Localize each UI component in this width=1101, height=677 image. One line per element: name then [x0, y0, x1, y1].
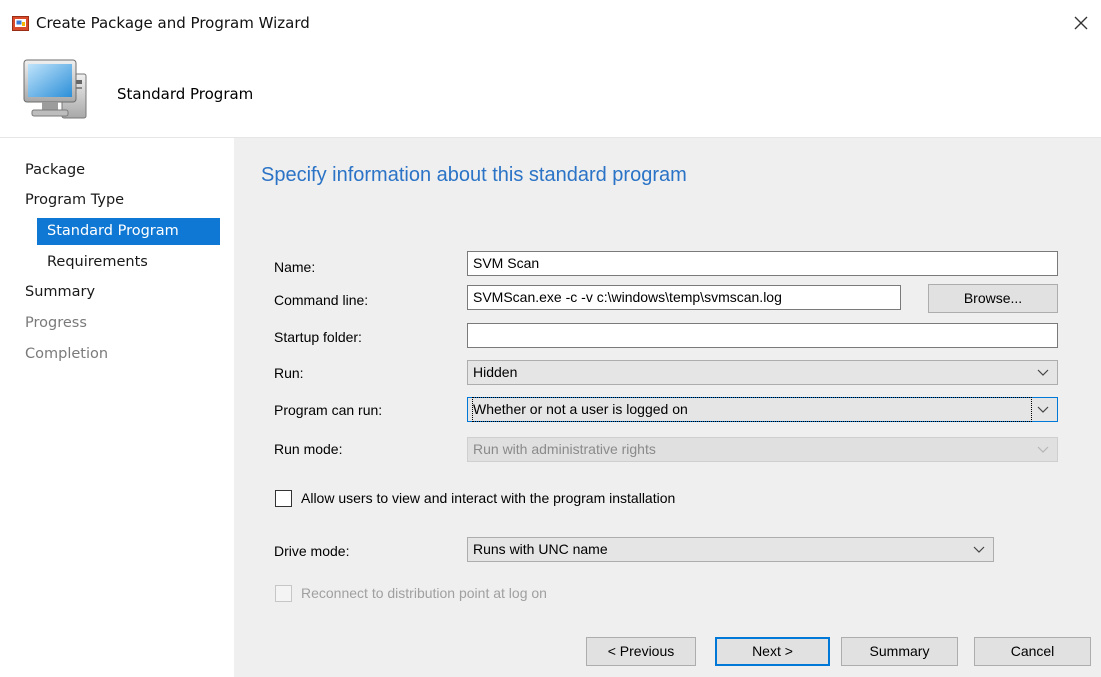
drive-mode-value: Runs with UNC name [473, 541, 608, 557]
sidebar-item-requirements[interactable]: Requirements [0, 249, 234, 276]
name-input[interactable]: SVM Scan [467, 251, 1058, 276]
summary-button[interactable]: Summary [841, 637, 958, 666]
previous-button[interactable]: < Previous [586, 637, 696, 666]
chevron-down-icon [1037, 406, 1049, 413]
run-value: Hidden [473, 364, 518, 380]
app-icon [12, 16, 29, 31]
title-bar: Create Package and Program Wizard [0, 0, 1101, 40]
header-title: Standard Program [117, 85, 254, 103]
browse-button[interactable]: Browse... [928, 284, 1058, 313]
reconnect-checkbox [275, 585, 292, 602]
allow-users-label: Allow users to view and interact with th… [301, 490, 676, 506]
drive-mode-select[interactable]: Runs with UNC name [467, 537, 994, 562]
allow-users-checkbox[interactable] [275, 490, 292, 507]
sidebar-item-program-type[interactable]: Program Type [0, 187, 234, 214]
chevron-down-icon [1037, 369, 1049, 376]
chevron-down-icon [1037, 446, 1049, 453]
sidebar-item-label: Completion [25, 346, 109, 362]
page-heading: Specify information about this standard … [261, 164, 687, 186]
sidebar-item-label: Standard Program [47, 223, 179, 239]
sidebar-item-summary[interactable]: Summary [0, 279, 234, 306]
name-label: Name: [274, 259, 316, 275]
next-button[interactable]: Next > [715, 637, 830, 666]
reconnect-label: Reconnect to distribution point at log o… [301, 585, 547, 601]
run-mode-select: Run with administrative rights [467, 437, 1058, 462]
sidebar-item-completion: Completion [0, 341, 234, 368]
cancel-button[interactable]: Cancel [974, 637, 1091, 666]
sidebar-item-package[interactable]: Package [0, 157, 234, 184]
startup-folder-label: Startup folder: [274, 329, 362, 345]
run-select[interactable]: Hidden [467, 360, 1058, 385]
sidebar-item-label: Summary [25, 284, 96, 300]
startup-folder-input[interactable] [467, 323, 1058, 348]
sidebar-item-progress: Progress [0, 310, 234, 337]
close-icon[interactable] [1070, 12, 1092, 34]
command-line-label: Command line: [274, 292, 369, 308]
window-title: Create Package and Program Wizard [36, 14, 310, 32]
run-mode-label: Run mode: [274, 441, 343, 457]
command-line-input[interactable]: SVMScan.exe -c -v c:\windows\temp\svmsca… [467, 285, 901, 310]
sidebar-item-label: Requirements [47, 254, 148, 270]
sidebar-item-standard-program[interactable]: Standard Program [37, 218, 220, 245]
sidebar-item-label: Program Type [25, 192, 125, 208]
sidebar-item-label: Progress [25, 315, 87, 331]
drive-mode-label: Drive mode: [274, 543, 350, 559]
computer-monitor-icon [23, 59, 87, 119]
wizard-content: Specify information about this standard … [234, 137, 1101, 677]
wizard-header: Standard Program [0, 40, 1101, 137]
run-mode-value: Run with administrative rights [473, 441, 656, 457]
chevron-down-icon [973, 546, 985, 553]
sidebar-item-label: Package [25, 162, 86, 178]
name-value: SVM Scan [473, 255, 540, 271]
program-can-run-select[interactable]: Whether or not a user is logged on [467, 397, 1058, 422]
program-can-run-value: Whether or not a user is logged on [472, 397, 1032, 422]
command-line-value: SVMScan.exe -c -v c:\windows\temp\svmsca… [473, 289, 782, 305]
wizard-steps-sidebar: Package Program Type Standard Program Re… [0, 137, 234, 677]
run-label: Run: [274, 365, 304, 381]
program-can-run-label: Program can run: [274, 402, 383, 418]
